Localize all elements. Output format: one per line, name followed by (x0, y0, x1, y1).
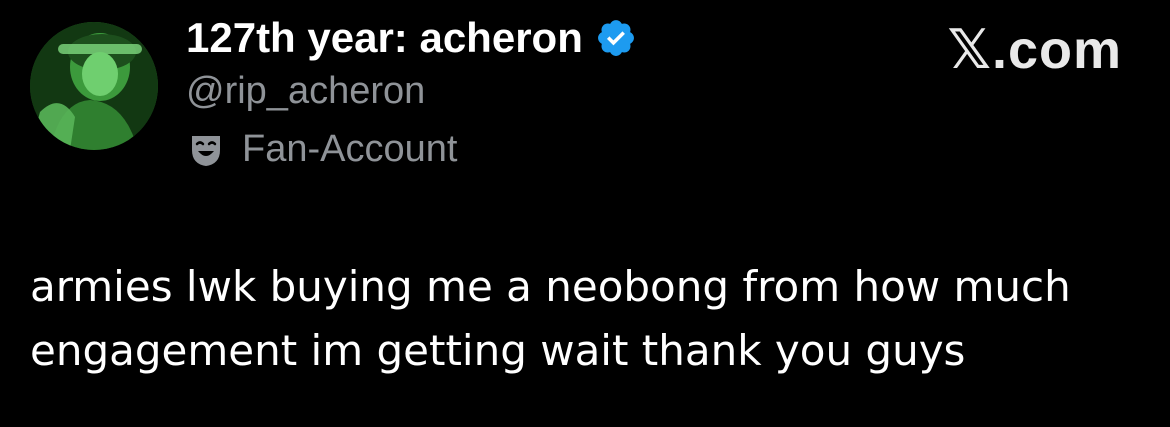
tweet-text-line: engagement im getting wait thank you guy… (30, 326, 966, 375)
affiliation-label: Fan-Account (188, 128, 457, 171)
tweet-card: 127th year: acheron @rip_acheron Fan-Acc… (0, 0, 1170, 427)
tweet-text-line: armies lwk buying me a neobong from how … (30, 262, 1071, 311)
tweet-text: armies lwk buying me a neobong from how … (30, 255, 1140, 383)
avatar[interactable] (30, 22, 158, 150)
avatar-image (30, 22, 158, 150)
verified-badge-icon (595, 17, 637, 59)
affiliation-label-text: Fan-Account (242, 128, 458, 170)
theater-mask-icon (188, 132, 224, 168)
display-name[interactable]: 127th year: acheron (186, 14, 583, 62)
handle[interactable]: @rip_acheron (186, 70, 425, 113)
x-logo: 𝕏.com (947, 20, 1122, 80)
display-name-row: 127th year: acheron (186, 14, 637, 62)
